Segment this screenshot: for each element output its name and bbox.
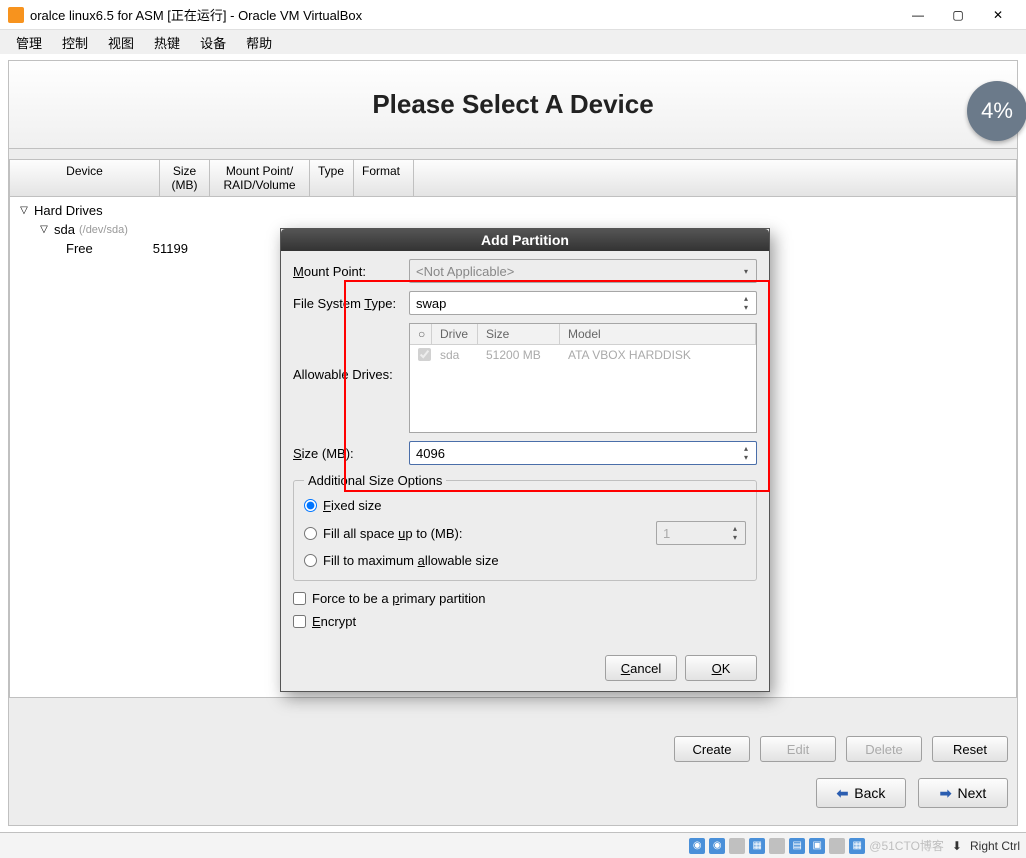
col-size[interactable]: Size (MB) xyxy=(160,160,210,196)
minimize-button[interactable]: — xyxy=(898,1,938,29)
col-device[interactable]: Device xyxy=(10,160,160,196)
drives-col-drive: Drive xyxy=(432,324,478,344)
menu-bar: 管理 控制 视图 热键 设备 帮助 xyxy=(0,30,1026,54)
virtualbox-icon xyxy=(8,7,24,23)
drive-row[interactable]: sda 51200 MB ATA VBOX HARDDISK xyxy=(410,345,756,367)
cancel-button[interactable]: Cancel xyxy=(605,655,677,681)
installer-banner: Please Select A Device 4% xyxy=(9,61,1017,149)
fstype-combo[interactable]: swap ▴▾ xyxy=(409,291,757,315)
fixed-size-label: Fixed size xyxy=(323,498,382,513)
fill-up-to-value: 1 xyxy=(663,526,670,541)
mount-point-combo: <Not Applicable> ▾ xyxy=(409,259,757,283)
vm-status-bar: ◉ ◉ ▦ ▤ ▣ ▦ @51CTO博客 ⬇ Right Ctrl xyxy=(0,832,1026,858)
next-button[interactable]: ➡Next xyxy=(918,778,1008,808)
tree-disk-hint: (/dev/sda) xyxy=(79,224,128,236)
tree-disk[interactable]: sda xyxy=(54,222,75,237)
partition-header: Device Size (MB) Mount Point/ RAID/Volum… xyxy=(10,160,1016,197)
audio-icon[interactable] xyxy=(729,838,745,854)
usb-icon[interactable] xyxy=(769,838,785,854)
menu-devices[interactable]: 设备 xyxy=(190,31,236,54)
chevron-down-icon: ▾ xyxy=(738,260,754,282)
encrypt-checkbox[interactable] xyxy=(293,615,306,628)
drives-col-size: Size xyxy=(478,324,560,344)
force-primary-checkbox[interactable] xyxy=(293,592,306,605)
additional-size-options: Additional Size Options Fixed size Fill … xyxy=(293,473,757,581)
col-mount[interactable]: Mount Point/ RAID/Volume xyxy=(210,160,310,196)
drive-size: 51200 MB xyxy=(478,348,560,364)
menu-hotkeys[interactable]: 热键 xyxy=(144,31,190,54)
menu-help[interactable]: 帮助 xyxy=(236,31,282,54)
network-icon[interactable]: ▦ xyxy=(749,838,765,854)
partition-actions: Create Edit Delete Reset xyxy=(8,730,1018,768)
create-button[interactable]: Create xyxy=(674,736,750,762)
fstype-value: swap xyxy=(416,296,446,311)
drive-name: sda xyxy=(432,348,478,364)
shared-folder-icon[interactable]: ▤ xyxy=(789,838,805,854)
drives-col-model: Model xyxy=(560,324,756,344)
encrypt-label: Encrypt xyxy=(312,614,356,629)
drive-model: ATA VBOX HARDDISK xyxy=(560,348,756,364)
menu-view[interactable]: 视图 xyxy=(98,31,144,54)
host-key-label: Right Ctrl xyxy=(970,839,1020,853)
optical-disk-icon[interactable]: ◉ xyxy=(709,838,725,854)
fill-max-radio[interactable] xyxy=(304,554,317,567)
watermark-text: @51CTO博客 xyxy=(869,837,944,854)
ok-button[interactable]: OK xyxy=(685,655,757,681)
dialog-title: Add Partition xyxy=(281,229,769,251)
cpu-icon[interactable]: ▦ xyxy=(849,838,865,854)
delete-button: Delete xyxy=(846,736,922,762)
tree-root[interactable]: Hard Drives xyxy=(34,203,103,218)
add-partition-dialog: Add Partition Mount Point: <Not Applicab… xyxy=(280,228,770,692)
fill-max-label: Fill to maximum allowable size xyxy=(323,553,499,568)
arrow-left-icon: ⬅ xyxy=(837,785,849,802)
back-button[interactable]: ⬅Back xyxy=(816,778,906,808)
tree-toggle-icon[interactable]: ▽ xyxy=(18,205,30,216)
close-button[interactable]: ✕ xyxy=(978,1,1018,29)
fill-up-to-radio[interactable] xyxy=(304,527,317,540)
size-label: Size (MB): xyxy=(293,446,409,461)
addl-size-legend: Additional Size Options xyxy=(304,473,446,488)
mount-point-value: <Not Applicable> xyxy=(416,264,514,279)
col-type[interactable]: Type xyxy=(310,160,354,196)
spinner-icon: ▴▾ xyxy=(727,522,743,544)
window-title: oralce linux6.5 for ASM [正在运行] - Oracle … xyxy=(30,5,898,24)
display-icon[interactable]: ▣ xyxy=(809,838,825,854)
banner-title: Please Select A Device xyxy=(9,89,1017,120)
allowable-drives-list[interactable]: ○ Drive Size Model sda 51200 MB ATA VBOX… xyxy=(409,323,757,433)
size-input[interactable]: ▴▾ xyxy=(409,441,757,465)
fixed-size-radio[interactable] xyxy=(304,499,317,512)
tree-toggle-icon[interactable]: ▽ xyxy=(38,224,50,235)
hard-disk-icon[interactable]: ◉ xyxy=(689,838,705,854)
fill-up-to-label: Fill all space up to (MB): xyxy=(323,526,656,541)
drive-checkbox xyxy=(418,348,431,361)
installer-nav: ⬅Back ➡Next xyxy=(8,772,1018,814)
menu-control[interactable]: 控制 xyxy=(52,31,98,54)
maximize-button[interactable]: ▢ xyxy=(938,1,978,29)
window-titlebar: oralce linux6.5 for ASM [正在运行] - Oracle … xyxy=(0,0,1026,30)
recording-icon[interactable] xyxy=(829,838,845,854)
drives-col-check: ○ xyxy=(410,324,432,344)
tree-free[interactable]: Free xyxy=(66,241,93,256)
host-key-icon: ⬇ xyxy=(952,839,962,853)
mount-point-label: Mount Point: xyxy=(293,264,409,279)
force-primary-label: Force to be a primary partition xyxy=(312,591,485,606)
fill-up-to-input: 1 ▴▾ xyxy=(656,521,746,545)
col-format[interactable]: Format xyxy=(354,160,414,196)
arrow-right-icon: ➡ xyxy=(940,785,952,802)
size-field[interactable] xyxy=(416,446,750,461)
fstype-label: File System Type: xyxy=(293,296,409,311)
reset-button[interactable]: Reset xyxy=(932,736,1008,762)
edit-button: Edit xyxy=(760,736,836,762)
allowable-drives-label: Allowable Drives: xyxy=(293,323,409,382)
spinner-icon[interactable]: ▴▾ xyxy=(738,292,754,314)
progress-badge: 4% xyxy=(967,81,1026,141)
menu-manage[interactable]: 管理 xyxy=(6,31,52,54)
tree-free-size: 51199 xyxy=(153,241,188,256)
spinner-icon[interactable]: ▴▾ xyxy=(738,442,754,464)
